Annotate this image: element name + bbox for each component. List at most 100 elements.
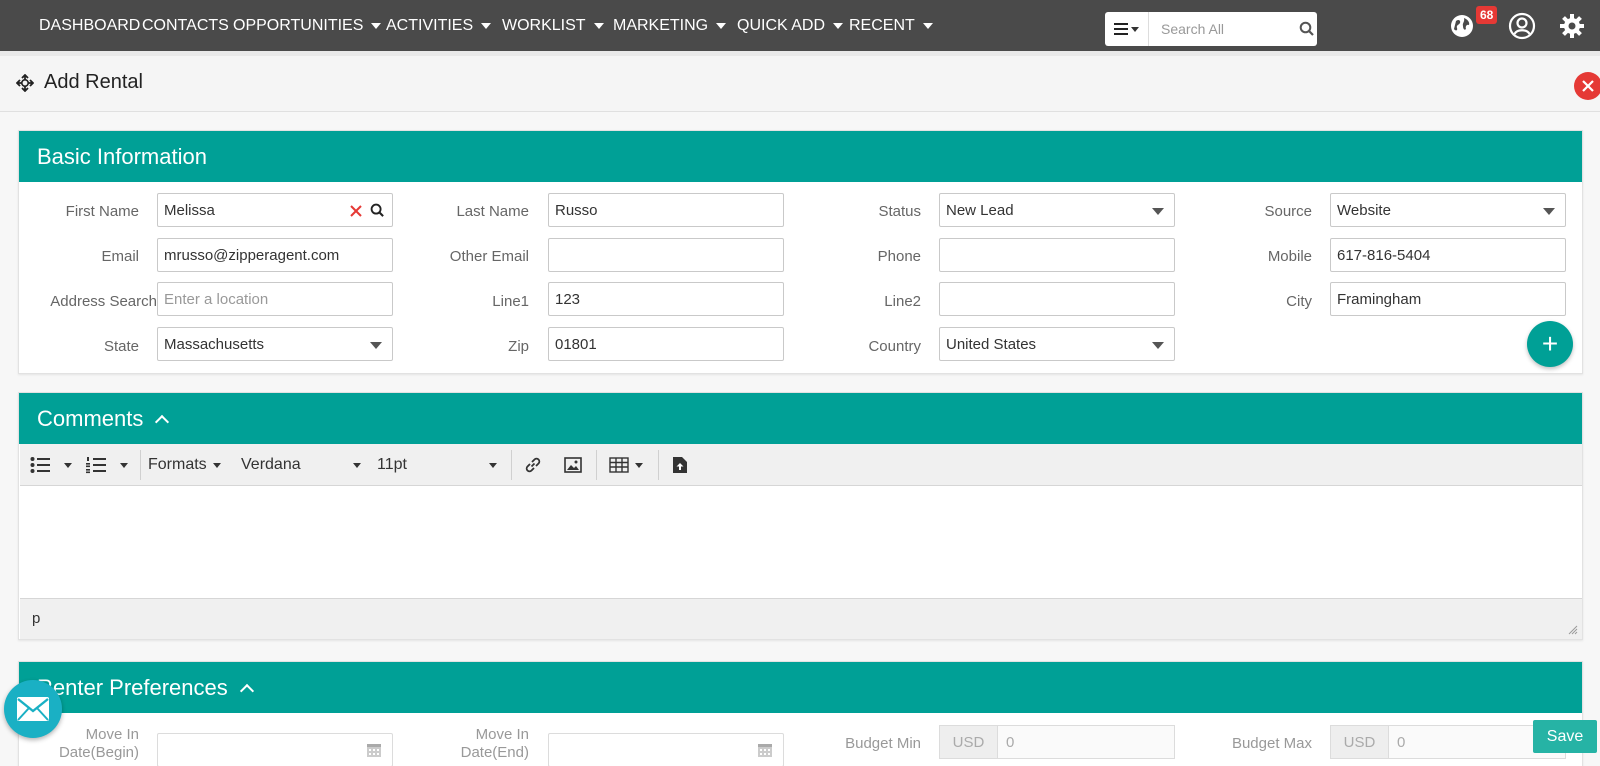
city-label: City xyxy=(1286,293,1312,310)
chevron-down-icon xyxy=(833,22,844,29)
section-title: Renter Preferences xyxy=(37,674,228,700)
budget-max-label: Budget Max xyxy=(1231,735,1312,752)
line1-label: Line1 xyxy=(492,293,529,310)
section-header: Basic Information xyxy=(19,131,1582,182)
nav-quick-add[interactable]: QUICK ADD xyxy=(737,0,844,51)
search-input[interactable] xyxy=(1161,21,1291,37)
numbered-list-icon xyxy=(86,457,106,474)
section-title: Basic Information xyxy=(37,143,207,169)
chevron-down-icon xyxy=(1131,26,1139,32)
resize-handle-icon[interactable] xyxy=(1568,625,1578,635)
element-path: p xyxy=(32,610,41,627)
font-family-value: Verdana xyxy=(241,456,301,473)
chevron-down-icon xyxy=(371,22,382,29)
close-button[interactable] xyxy=(1574,72,1600,100)
formats-label: Formats xyxy=(148,456,207,473)
formats-dropdown[interactable]: Formats xyxy=(148,444,221,486)
chevron-down-icon xyxy=(353,462,361,468)
chevron-down-icon xyxy=(489,462,497,468)
section-header[interactable]: Comments xyxy=(19,393,1582,444)
page-title: Add Rental xyxy=(44,71,143,93)
nav-activities[interactable]: ACTIVITIES xyxy=(386,0,492,51)
line2-label: Line2 xyxy=(884,293,921,310)
clear-icon[interactable] xyxy=(350,205,362,217)
email-fab[interactable] xyxy=(4,680,62,738)
calendar-icon[interactable] xyxy=(757,742,773,758)
file-upload-icon xyxy=(673,457,687,473)
insert-link-button[interactable] xyxy=(524,444,542,486)
city-field[interactable]: Framingham xyxy=(1330,282,1566,316)
status-select[interactable]: New Lead xyxy=(939,193,1175,227)
nav-recent[interactable]: RECENT xyxy=(849,0,933,51)
nav-opportunities[interactable]: OPPORTUNITIES xyxy=(233,0,382,51)
top-nav: DASHBOARD CONTACTS OPPORTUNITIES ACTIVIT… xyxy=(0,0,1600,51)
globe-icon[interactable] xyxy=(1448,12,1476,40)
upload-file-button[interactable] xyxy=(672,444,688,486)
status-value: New Lead xyxy=(946,201,1014,219)
budget-min-value: 0 xyxy=(1006,733,1015,751)
nav-marketing[interactable]: MARKETING xyxy=(613,0,727,51)
save-button[interactable]: Save xyxy=(1533,720,1597,753)
font-size-dropdown[interactable]: 11pt xyxy=(377,444,497,486)
panel-header: Add Rental xyxy=(0,56,1600,112)
search-icon[interactable] xyxy=(1299,21,1315,37)
move-in-begin-field[interactable] xyxy=(157,733,393,766)
nav-contacts[interactable]: CONTACTS xyxy=(142,0,229,51)
section-header[interactable]: Renter Preferences xyxy=(19,662,1582,713)
bullet-list-button[interactable] xyxy=(30,444,72,486)
toolbar-divider xyxy=(596,450,597,480)
line1-field[interactable]: 123 xyxy=(548,282,784,316)
zip-value: 01801 xyxy=(555,335,597,353)
move-in-end-label-line2: Date(End) xyxy=(460,744,529,761)
other-email-field[interactable] xyxy=(548,238,784,272)
numbered-list-button[interactable] xyxy=(86,444,128,486)
line2-field[interactable] xyxy=(939,282,1175,316)
nav-recent-label: RECENT xyxy=(849,17,915,34)
nav-dashboard-label: DASHBOARD xyxy=(39,17,141,34)
chevron-down-icon xyxy=(716,22,727,29)
add-address-button[interactable]: + xyxy=(1527,321,1573,367)
source-select[interactable]: Website xyxy=(1330,193,1566,227)
address-search-field[interactable]: Enter a location xyxy=(157,282,393,316)
address-search-label: Address Search xyxy=(50,293,157,310)
other-email-label: Other Email xyxy=(449,248,529,265)
currency-addon: USD xyxy=(940,726,998,758)
first-name-field[interactable]: Melissa xyxy=(157,193,393,227)
last-name-value: Russo xyxy=(555,201,598,219)
insert-image-button[interactable] xyxy=(564,444,582,486)
section-title: Comments xyxy=(37,405,144,431)
image-icon xyxy=(564,457,582,473)
move-in-end-label: Move In Date(End) xyxy=(409,726,529,762)
email-field[interactable]: mrusso@zipperagent.com xyxy=(157,238,393,272)
budget-min-field[interactable]: USD 0 xyxy=(939,725,1175,759)
nav-worklist-label: WORKLIST xyxy=(502,17,586,34)
basic-information-section: Basic Information First Name Melissa Las… xyxy=(18,130,1583,374)
address-search-placeholder: Enter a location xyxy=(164,290,269,308)
comments-editor[interactable] xyxy=(20,486,1582,598)
insert-table-button[interactable] xyxy=(609,444,643,486)
bullet-list-icon xyxy=(30,457,50,473)
zip-field[interactable]: 01801 xyxy=(548,327,784,361)
first-name-value: Melissa xyxy=(164,201,215,219)
move-in-end-field[interactable] xyxy=(548,733,784,766)
search-scope-menu[interactable] xyxy=(1105,12,1149,46)
state-select[interactable]: Massachusetts xyxy=(157,327,393,361)
gear-icon[interactable] xyxy=(1558,12,1586,40)
budget-max-field[interactable]: USD 0 xyxy=(1330,725,1566,759)
search-icon[interactable] xyxy=(370,203,385,218)
move-in-begin-label-line1: Move In xyxy=(85,726,139,743)
move-icon[interactable] xyxy=(16,74,34,92)
last-name-field[interactable]: Russo xyxy=(548,193,784,227)
nav-worklist[interactable]: WORKLIST xyxy=(502,0,604,51)
nav-dashboard[interactable]: DASHBOARD xyxy=(39,0,140,51)
phone-field[interactable] xyxy=(939,238,1175,272)
mobile-field[interactable]: 617-816-5404 xyxy=(1330,238,1566,272)
country-select[interactable]: United States xyxy=(939,327,1175,361)
font-family-dropdown[interactable]: Verdana xyxy=(241,444,361,486)
chevron-down-icon xyxy=(593,22,604,29)
source-value: Website xyxy=(1337,201,1391,219)
editor-statusbar: p xyxy=(20,598,1582,639)
calendar-icon[interactable] xyxy=(366,742,382,758)
chevron-down-icon xyxy=(481,22,492,29)
user-profile-icon[interactable] xyxy=(1508,12,1536,40)
